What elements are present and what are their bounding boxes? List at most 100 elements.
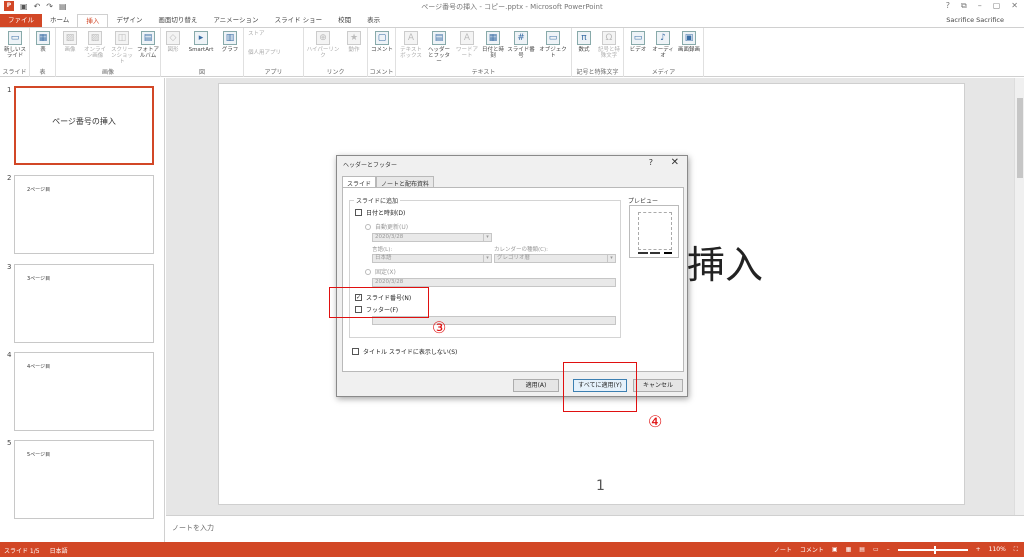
chevron-down-icon: ▾: [483, 255, 491, 262]
photo-album-icon: ▤: [141, 31, 155, 45]
online-pictures-icon: ▨: [88, 31, 102, 45]
normal-view-icon[interactable]: ▣: [832, 546, 838, 553]
store-button[interactable]: ストア: [248, 31, 298, 37]
table-button[interactable]: ▦ 表: [35, 31, 51, 53]
language-select[interactable]: 日本語 ▾: [372, 254, 492, 263]
action-button[interactable]: ★ 動作: [344, 31, 364, 53]
preview-label: プレビュー: [628, 198, 659, 205]
minimize-button[interactable]: –: [978, 1, 982, 11]
calendar-select[interactable]: グレゴリオ暦 ▾: [494, 254, 616, 263]
cancel-button[interactable]: キャンセル: [633, 379, 683, 392]
group-apps: ストア 個人用アプリ アプリ: [244, 28, 304, 77]
slide-number-button[interactable]: # スライド番号: [506, 31, 536, 59]
status-bar: スライド 1/5 日本語 ノート コメント ▣ ▦ ▤ ▭ – + 110% ⛶: [0, 542, 1024, 557]
slide-thumbnail-4[interactable]: 4ページ目: [14, 352, 154, 431]
tab-design[interactable]: デザイン: [108, 14, 150, 27]
slide-title-fragment[interactable]: 挿入: [687, 234, 763, 289]
user-account[interactable]: Sacrifice Sacrifice: [946, 16, 1004, 24]
picture-icon: ▨: [63, 31, 77, 45]
hyperlink-button[interactable]: ⊕ ハイパーリンク: [306, 31, 340, 59]
calendar-label: カレンダーの種類(C):: [494, 247, 548, 253]
screen-recording-button[interactable]: ▣ 画面録画: [678, 31, 700, 53]
audio-button[interactable]: ♪ オーディオ: [650, 31, 676, 59]
fit-slide-icon[interactable]: ⛶: [1014, 546, 1018, 554]
tab-animations[interactable]: アニメーション: [205, 14, 266, 27]
fixed-date-field[interactable]: 2020/3/28: [372, 278, 616, 287]
screenshot-icon: ◫: [115, 31, 129, 45]
close-button[interactable]: ✕: [1011, 1, 1018, 11]
window-controls: ? ⧉ – ▢ ✕: [946, 1, 1018, 11]
slide-thumbnail-2[interactable]: 2ページ目: [14, 175, 154, 254]
notes-pane[interactable]: ノートを入力: [166, 515, 1024, 542]
group-illustrations: ◇ 図形 ▸ SmartArt ▥ グラフ 図: [161, 28, 244, 77]
vertical-scrollbar[interactable]: [1014, 78, 1024, 515]
date-time-checkbox[interactable]: 日付と時刻(D): [355, 208, 405, 217]
thumbnail-number: 4: [7, 351, 12, 359]
online-pictures-button[interactable]: ▨ オンライン画像: [82, 31, 108, 59]
tab-view[interactable]: 表示: [359, 14, 388, 27]
date-time-button[interactable]: ▦ 日付と時刻: [482, 31, 504, 59]
tab-transitions[interactable]: 画面切り替え: [150, 14, 205, 27]
maximize-button[interactable]: ▢: [993, 1, 1001, 11]
slide-counter: スライド 1/5: [4, 548, 40, 555]
reading-view-icon[interactable]: ▤: [859, 546, 865, 553]
shapes-button[interactable]: ◇ 図形: [165, 31, 181, 53]
object-button[interactable]: ▭ オブジェクト: [538, 31, 568, 59]
slide-sorter-icon[interactable]: ▦: [846, 546, 852, 553]
wordart-button[interactable]: A ワードアート: [454, 31, 480, 59]
fixed-radio[interactable]: 固定(X): [365, 267, 396, 276]
screenshot-button[interactable]: ◫ スクリーンショット: [110, 31, 134, 65]
auto-update-radio[interactable]: 自動更新(U): [365, 222, 408, 231]
tab-slideshow[interactable]: スライド ショー: [267, 14, 331, 27]
group-images: ▨ 画像 ▨ オンライン画像 ◫ スクリーンショット ▤ フォトアルバム 画像: [56, 28, 161, 77]
picture-button[interactable]: ▨ 画像: [60, 31, 80, 53]
thumbnail-number: 2: [7, 174, 12, 182]
symbol-button[interactable]: Ω 記号と特殊文字: [596, 31, 622, 59]
slide-thumbnail-5[interactable]: 5ページ目: [14, 440, 154, 519]
zoom-out-icon[interactable]: –: [887, 546, 890, 553]
dialog-close-icon[interactable]: ✕: [671, 157, 679, 168]
video-icon: ▭: [631, 31, 645, 45]
ribbon-display-icon[interactable]: ⧉: [961, 1, 967, 11]
new-slide-button[interactable]: ▭ 新しいスライド: [2, 31, 28, 59]
textbox-button[interactable]: A テキストボックス: [398, 31, 424, 59]
slide-thumbnail-3[interactable]: 3ページ目: [14, 264, 154, 343]
thumbnail-text: 3ページ目: [27, 276, 51, 282]
smartart-button[interactable]: ▸ SmartArt: [185, 31, 217, 53]
zoom-slider[interactable]: [897, 545, 968, 554]
ribbon-tabs: ファイル ホーム 挿入 デザイン 画面切り替え アニメーション スライド ショー…: [0, 13, 1024, 27]
tab-insert[interactable]: 挿入: [77, 14, 109, 27]
apply-button[interactable]: 適用(A): [513, 379, 559, 392]
tab-file[interactable]: ファイル: [0, 14, 42, 27]
dialog-help-icon[interactable]: ?: [649, 158, 653, 167]
preview-thumbnail: [629, 205, 679, 258]
speaker-icon: ♪: [656, 31, 670, 45]
zoom-slider-handle[interactable]: [933, 545, 936, 554]
scrollbar-thumb[interactable]: [1017, 98, 1023, 178]
comments-toggle[interactable]: コメント: [800, 545, 824, 554]
video-button[interactable]: ▭ ビデオ: [628, 31, 648, 53]
group-text: A テキストボックス ▤ ヘッダーとフッター A ワードアート ▦ 日付と時刻 …: [396, 28, 572, 77]
equation-button[interactable]: π 数式: [574, 31, 594, 53]
omega-icon: Ω: [602, 31, 616, 45]
date-format-select[interactable]: 2020/3/28 ▾: [372, 233, 492, 242]
group-table: ▦ 表 表: [30, 28, 56, 77]
zoom-level[interactable]: 110%: [989, 546, 1006, 553]
table-icon: ▦: [36, 31, 50, 45]
dialog-title: ヘッダーとフッター: [343, 162, 398, 169]
help-icon[interactable]: ?: [946, 1, 950, 11]
my-apps-button[interactable]: 個人用アプリ: [248, 50, 302, 56]
tab-home[interactable]: ホーム: [42, 14, 77, 27]
comment-button[interactable]: ▢ コメント: [370, 31, 394, 53]
zoom-in-icon[interactable]: +: [976, 546, 981, 553]
photo-album-button[interactable]: ▤ フォトアルバム: [136, 31, 160, 59]
thumbnail-number: 3: [7, 263, 12, 271]
dont-show-on-title-checkbox[interactable]: タイトル スライドに表示しない(S): [352, 347, 457, 356]
slide-thumbnail-1[interactable]: ページ番号の挿入: [14, 86, 154, 165]
tab-review[interactable]: 校閲: [330, 14, 359, 27]
slideshow-view-icon[interactable]: ▭: [873, 546, 879, 553]
chart-button[interactable]: ▥ グラフ: [221, 31, 239, 53]
notes-toggle[interactable]: ノート: [774, 545, 792, 554]
language-status[interactable]: 日本語: [50, 546, 68, 555]
header-footer-button[interactable]: ▤ ヘッダーとフッター: [426, 31, 452, 65]
